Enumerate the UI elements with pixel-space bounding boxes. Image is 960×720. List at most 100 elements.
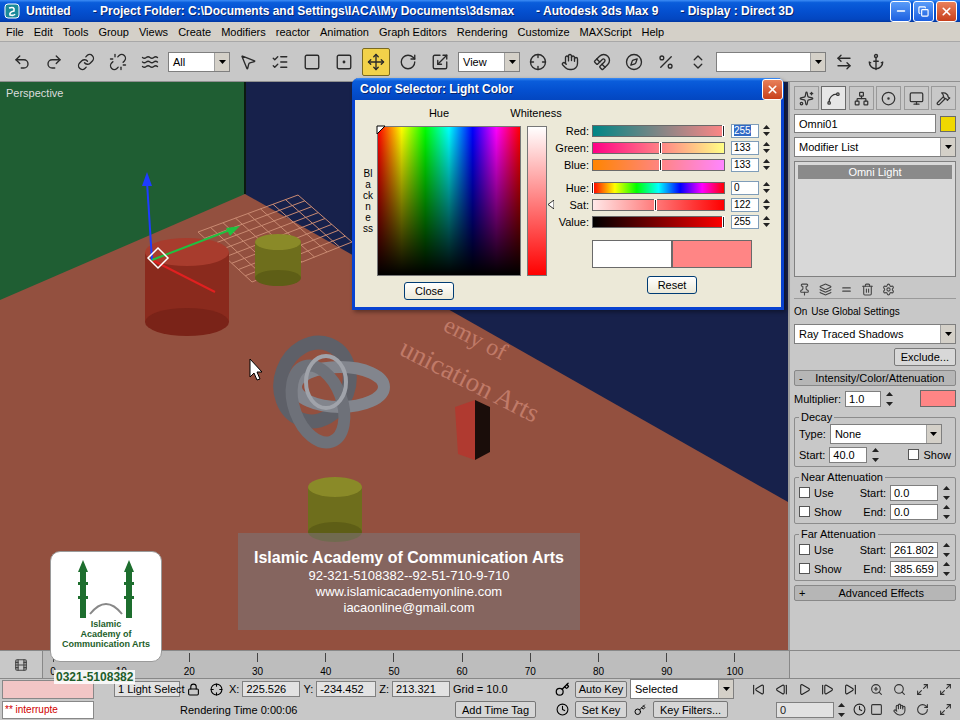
tool-button[interactable]: [426, 48, 454, 76]
color-slider[interactable]: [592, 142, 725, 154]
tool-button[interactable]: [588, 48, 616, 76]
color-slider[interactable]: [592, 216, 725, 228]
dropdown-button[interactable]: [940, 325, 955, 343]
color-slider[interactable]: [592, 125, 725, 137]
maximize-viewport-icon[interactable]: [939, 703, 952, 716]
spinner-up-icon[interactable]: [942, 485, 951, 490]
checkbox[interactable]: [799, 487, 810, 498]
tool-button[interactable]: [684, 48, 712, 76]
spinner-up-icon[interactable]: [942, 561, 951, 566]
configure-icon[interactable]: [882, 283, 895, 296]
close-button[interactable]: Close: [404, 282, 454, 300]
slider-thumb[interactable]: [591, 182, 594, 194]
tool-button[interactable]: [330, 48, 358, 76]
remove-modifier-icon[interactable]: [861, 283, 874, 296]
attenuation-end-field[interactable]: 385.659: [890, 561, 938, 577]
slider-thumb[interactable]: [722, 125, 725, 137]
spinner-down-icon[interactable]: [762, 132, 771, 137]
slider-thumb[interactable]: [659, 142, 662, 154]
auto-key-button[interactable]: Auto Key: [575, 681, 627, 698]
key-icon[interactable]: [555, 682, 570, 697]
tool-button[interactable]: [652, 48, 680, 76]
stack-item[interactable]: Omni Light: [798, 165, 952, 179]
pan-icon[interactable]: [893, 703, 906, 716]
object-color-swatch[interactable]: [940, 116, 956, 132]
dropdown-button[interactable]: [810, 53, 825, 71]
spinner-down-icon[interactable]: [942, 515, 951, 520]
command-tab[interactable]: [931, 86, 956, 110]
menu-item[interactable]: Help: [637, 26, 670, 38]
rollout-header[interactable]: -Intensity/Color/Attenuation: [794, 370, 956, 386]
slider-thumb[interactable]: [659, 159, 662, 171]
tool-button[interactable]: [266, 48, 294, 76]
menu-item[interactable]: Tools: [58, 26, 94, 38]
checkbox[interactable]: [799, 506, 810, 517]
spinner-up-icon[interactable]: [942, 542, 951, 547]
color-slider[interactable]: [592, 182, 725, 194]
rollout-header[interactable]: +Advanced Effects: [794, 585, 956, 601]
command-tab[interactable]: [876, 86, 901, 110]
spinner-up-icon[interactable]: [762, 198, 771, 203]
spinner-down-icon[interactable]: [762, 166, 771, 171]
menu-item[interactable]: Graph Editors: [374, 26, 452, 38]
whiteness-marker-icon[interactable]: [548, 200, 554, 209]
show-end-result-icon[interactable]: [819, 283, 832, 296]
red-cylinder[interactable]: [145, 238, 229, 336]
picker-marker-icon[interactable]: [376, 125, 386, 135]
menu-item[interactable]: File: [1, 26, 29, 38]
play-icon[interactable]: [798, 683, 811, 696]
checkbox-label[interactable]: Use: [814, 487, 834, 499]
decay-start-field[interactable]: 40.0: [829, 447, 867, 463]
color-slider[interactable]: [592, 159, 725, 171]
spinner[interactable]: [942, 542, 951, 558]
menu-item[interactable]: Rendering: [452, 26, 513, 38]
reset-button[interactable]: Reset: [647, 276, 698, 294]
tool-button[interactable]: [234, 48, 262, 76]
make-unique-icon[interactable]: [840, 283, 853, 296]
maxscript-listener[interactable]: ** interrupte: [0, 679, 96, 720]
spinner-up-icon[interactable]: [837, 702, 846, 707]
key-mode-dropdown[interactable]: Selected: [630, 679, 734, 699]
lock-icon[interactable]: [187, 683, 200, 696]
tool-button[interactable]: [104, 48, 132, 76]
spinner-down-icon[interactable]: [942, 553, 951, 558]
tool-button[interactable]: [620, 48, 648, 76]
zoom-extents-all-icon[interactable]: [939, 683, 952, 696]
menu-item[interactable]: Group: [93, 26, 134, 38]
spinner-up-icon[interactable]: [762, 215, 771, 220]
attenuation-start-field[interactable]: 0.0: [890, 485, 938, 501]
toolbar-dropdown[interactable]: View: [458, 52, 520, 72]
spinner[interactable]: [762, 198, 771, 211]
dropdown-button[interactable]: [214, 53, 229, 71]
x-field[interactable]: 225.526: [242, 681, 300, 697]
whiteness-bar[interactable]: [527, 126, 547, 276]
tool-button[interactable]: [362, 48, 390, 76]
command-tab[interactable]: [904, 86, 929, 110]
command-tab[interactable]: [794, 86, 819, 110]
spinner[interactable]: [837, 702, 846, 718]
checkbox-label[interactable]: Show: [814, 506, 842, 518]
key-filters-button[interactable]: Key Filters...: [653, 701, 728, 718]
torus-knot[interactable]: [269, 333, 384, 450]
spinner-down-icon[interactable]: [837, 713, 846, 718]
spinner[interactable]: [885, 391, 894, 407]
spinner-up-icon[interactable]: [762, 124, 771, 129]
set-key-button[interactable]: Set Key: [575, 701, 627, 718]
spinner-up-icon[interactable]: [762, 181, 771, 186]
red-box[interactable]: [455, 400, 490, 460]
spinner[interactable]: [762, 124, 771, 137]
absolute-mode-icon[interactable]: [210, 683, 223, 696]
spinner[interactable]: [942, 485, 951, 501]
command-tab[interactable]: [849, 86, 874, 110]
slider-thumb[interactable]: [722, 216, 725, 228]
spinner-down-icon[interactable]: [762, 206, 771, 211]
spinner[interactable]: [942, 504, 951, 520]
tool-button[interactable]: [524, 48, 552, 76]
dialog-close-button[interactable]: [762, 79, 783, 100]
checkbox[interactable]: [799, 544, 810, 555]
spinner[interactable]: [762, 181, 771, 194]
tool-button[interactable]: [40, 48, 68, 76]
value-field[interactable]: 255: [731, 215, 759, 229]
menu-item[interactable]: Edit: [29, 26, 58, 38]
go-to-start-icon[interactable]: [752, 683, 765, 696]
